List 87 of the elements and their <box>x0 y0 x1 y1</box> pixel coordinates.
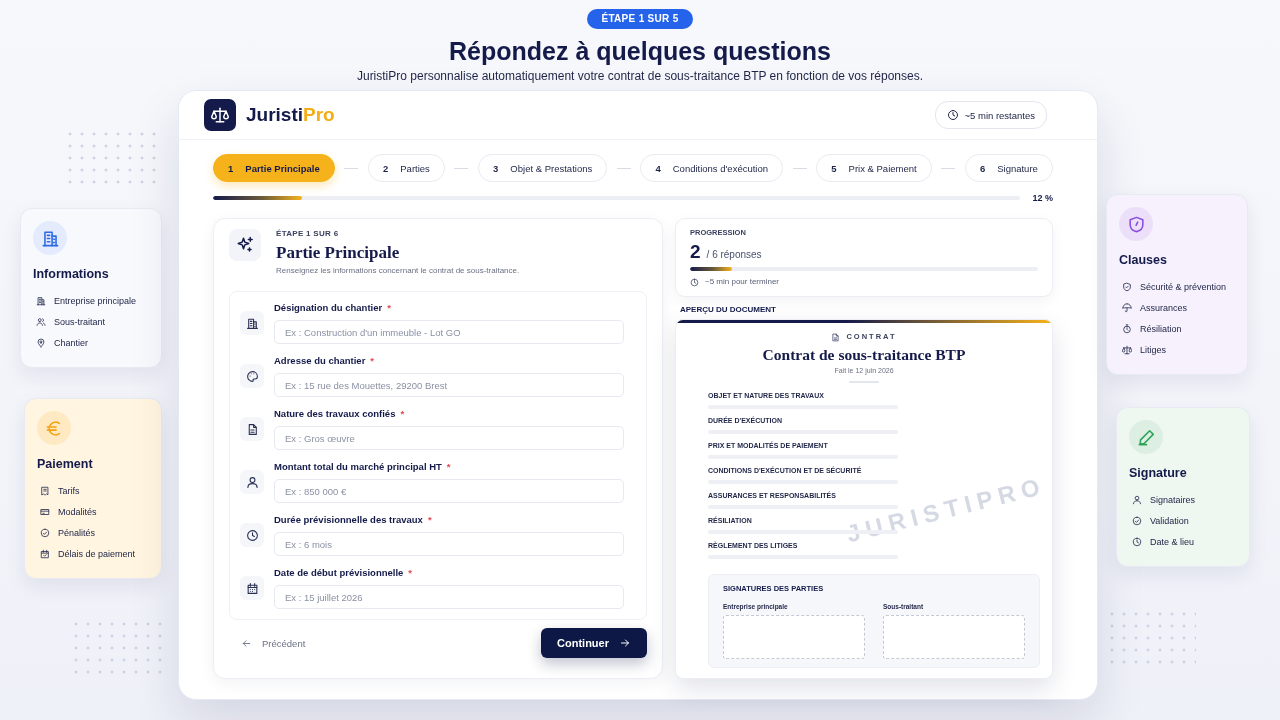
step-tab[interactable]: 2 Parties <box>367 154 445 182</box>
required-mark: * <box>446 461 451 473</box>
time-estimate: ~5 min pour terminer <box>705 277 780 287</box>
card-item: Litiges <box>1140 343 1166 356</box>
building-icon <box>240 311 264 335</box>
input-field[interactable]: Ex : 15 rue des Mouettes, 29200 Brest <box>274 373 624 397</box>
step-tab[interactable]: 6 Signature <box>964 154 1053 182</box>
field-label: Montant total du marché principal HT <box>274 461 442 473</box>
field-label: Adresse du chantier <box>274 355 366 367</box>
required-mark: * <box>370 355 375 367</box>
calendar-icon <box>240 576 264 600</box>
answer-total: / 6 réponses <box>706 249 762 260</box>
card-item: Sous-traitant <box>54 315 106 328</box>
card-item: Tarifs <box>58 484 80 497</box>
pen-icon <box>1129 420 1163 454</box>
card-title: Paiement <box>37 457 94 472</box>
card-item: Validation <box>1150 514 1189 527</box>
required-mark: * <box>408 567 413 579</box>
required-mark: * <box>427 514 432 526</box>
step-badge: ÉTAPE 1 SUR 5 <box>587 9 693 29</box>
document-icon <box>240 417 264 441</box>
arrow-right-icon <box>619 637 631 649</box>
shield-check-icon <box>1122 281 1132 292</box>
continue-button[interactable]: Continuer <box>541 628 647 658</box>
time-remaining-text: ~5 min restantes <box>964 109 1035 121</box>
card-item: Modalités <box>58 505 97 518</box>
clock-icon <box>690 277 699 287</box>
card-item: Résiliation <box>1140 322 1182 335</box>
clock-icon <box>240 523 264 547</box>
scales-logo-icon <box>204 99 236 131</box>
building-icon <box>33 221 67 255</box>
required-mark: * <box>400 408 405 420</box>
credit-card-icon <box>40 506 50 517</box>
step-tab[interactable]: 5 Prix & Paiement <box>816 154 932 182</box>
map-pin-icon <box>36 337 46 348</box>
card-title: Signature <box>1129 466 1188 481</box>
card-title: Informations <box>33 267 110 282</box>
clock-icon <box>1132 536 1142 547</box>
sparkles-icon <box>229 229 261 261</box>
step-eyebrow: ÉTAPE 1 SUR 6 <box>276 229 339 239</box>
card-item: Pénalités <box>58 526 96 539</box>
card-item: Date & lieu <box>1150 535 1195 548</box>
page-title: Répondez à quelques questions <box>449 36 831 66</box>
preview-label: APERÇU DU DOCUMENT <box>680 305 777 315</box>
palette-icon <box>240 364 264 388</box>
user-icon <box>240 470 264 494</box>
field-label: Nature des travaux confiés <box>274 408 396 420</box>
brand-name: JuristiPro <box>246 104 335 126</box>
card-item: Sécurité & prévention <box>1140 280 1227 293</box>
step-tab[interactable]: 4 Conditions d'exécution <box>640 154 784 182</box>
calendar-check-icon <box>40 548 50 559</box>
user-icon <box>1132 494 1142 505</box>
document-title: Contrat de sous-traitance BTP <box>762 346 966 364</box>
card-item: Assurances <box>1140 301 1188 314</box>
required-mark: * <box>387 302 391 314</box>
card-item: Délais de paiement <box>58 547 136 560</box>
form-title: Partie Principale <box>276 243 400 263</box>
timer-icon <box>1122 323 1132 334</box>
answer-count: 2 <box>690 242 701 262</box>
input-field[interactable]: Ex : Construction d'un immeuble - Lot GO <box>274 320 624 344</box>
euro-icon <box>37 411 71 445</box>
input-field[interactable]: Ex : 15 juillet 2026 <box>274 585 624 609</box>
arrow-left-icon <box>241 637 252 649</box>
receipt-icon <box>40 485 50 496</box>
building-icon <box>36 295 46 306</box>
clock-icon <box>946 109 959 121</box>
step-tab[interactable]: 1 Partie Principale <box>213 154 335 182</box>
input-field[interactable]: Ex : Gros œuvre <box>274 426 624 450</box>
umbrella-icon <box>1122 302 1132 313</box>
input-field[interactable]: Ex : 850 000 € <box>274 479 624 503</box>
card-item: Signataires <box>1150 493 1196 506</box>
shield-icon <box>1119 207 1153 241</box>
step-tab[interactable]: 3 Objet & Prestations <box>478 154 608 182</box>
back-link[interactable]: Précédent <box>229 637 306 649</box>
card-item: Entreprise principale <box>54 294 137 307</box>
field-label: Date de début prévisionnelle <box>274 567 404 579</box>
users-icon <box>36 316 46 327</box>
document-icon <box>831 332 841 342</box>
page-subtitle: JuristiPro personnalise automatiquement votre contrat de sous-traitance BTP en fonction de vos réponses. <box>356 69 924 84</box>
field-label: Durée prévisionnelle des travaux <box>274 514 423 526</box>
field-label: Désignation du chantier <box>274 302 383 314</box>
progress-percentage: 12 % <box>1032 193 1053 203</box>
card-title: Clauses <box>1119 253 1168 268</box>
input-field[interactable]: Ex : 6 mois <box>274 532 624 556</box>
scales-icon <box>1122 344 1132 355</box>
card-item: Chantier <box>54 336 89 349</box>
form-description: Renseignez les informations concernant le contrat de sous-traitance. <box>276 266 520 276</box>
